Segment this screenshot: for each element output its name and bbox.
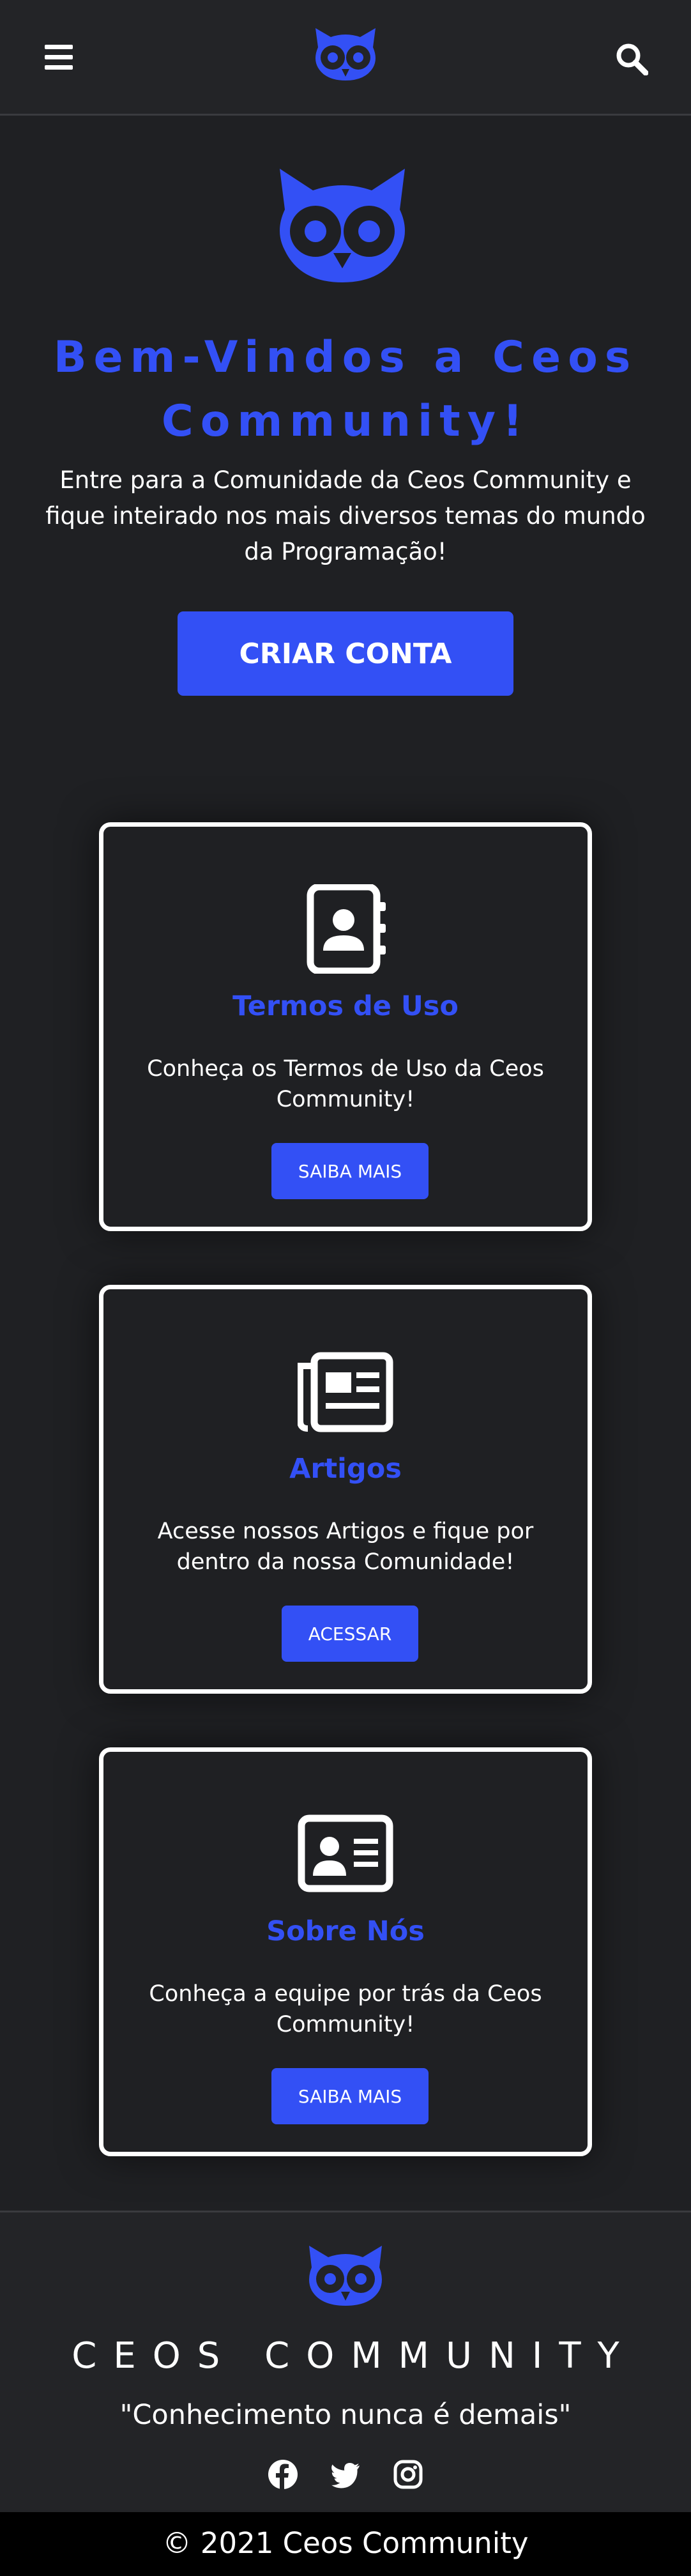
create-account-button[interactable]: CRIAR CONTA bbox=[178, 611, 513, 696]
footer-slogan: "Conhecimento nunca é demais" bbox=[119, 2399, 572, 2431]
articles-access-button[interactable]: ACESSAR bbox=[282, 1606, 418, 1662]
articles-card: Artigos Acesse nossos Artigos e fique po… bbox=[99, 1285, 592, 1694]
terms-learn-more-button[interactable]: SAIBA MAIS bbox=[271, 1143, 429, 1199]
facebook-icon[interactable] bbox=[268, 2459, 298, 2490]
terms-card: Termos de Uso Conheça os Termos de Uso d… bbox=[99, 822, 592, 1231]
articles-card-title: Artigos bbox=[289, 1453, 402, 1485]
copyright-bar: © 2021 Ceos Community bbox=[0, 2512, 691, 2576]
search-icon[interactable] bbox=[615, 42, 648, 75]
top-navbar bbox=[0, 0, 691, 116]
terms-card-text: Conheça os Termos de Uso da Ceos Communi… bbox=[147, 1056, 544, 1112]
footer-brand: CEOS COMMUNITY bbox=[72, 2335, 636, 2377]
hero-owl-logo-icon bbox=[280, 169, 405, 282]
footer: CEOS COMMUNITY "Conhecimento nunca é dem… bbox=[0, 2211, 691, 2512]
hamburger-menu-icon[interactable] bbox=[45, 43, 73, 72]
terms-card-title: Termos de Uso bbox=[232, 990, 459, 1022]
hero-subtitle: Entre para a Comunidade da Ceos Communit… bbox=[45, 466, 646, 565]
owl-logo-icon[interactable] bbox=[312, 26, 379, 82]
id-card-icon bbox=[298, 1814, 393, 1892]
newspaper-icon bbox=[298, 1352, 393, 1432]
about-card: Sobre Nós Conheça a equipe por trás da C… bbox=[99, 1747, 592, 2156]
hero-title: Bem-Vindos a Ceos Community! bbox=[53, 332, 638, 447]
address-book-icon bbox=[307, 884, 386, 974]
twitter-icon[interactable] bbox=[330, 2459, 361, 2490]
footer-owl-logo-icon bbox=[309, 2246, 382, 2306]
articles-card-text: Acesse nossos Artigos e fique por dentro… bbox=[157, 1519, 534, 1575]
about-card-title: Sobre Nós bbox=[266, 1915, 425, 1947]
instagram-icon[interactable] bbox=[393, 2459, 423, 2490]
about-card-text: Conheça a equipe por trás da Ceos Commun… bbox=[149, 1981, 542, 2037]
copyright-text: © 2021 Ceos Community bbox=[162, 2526, 529, 2560]
about-learn-more-button[interactable]: SAIBA MAIS bbox=[271, 2068, 429, 2124]
